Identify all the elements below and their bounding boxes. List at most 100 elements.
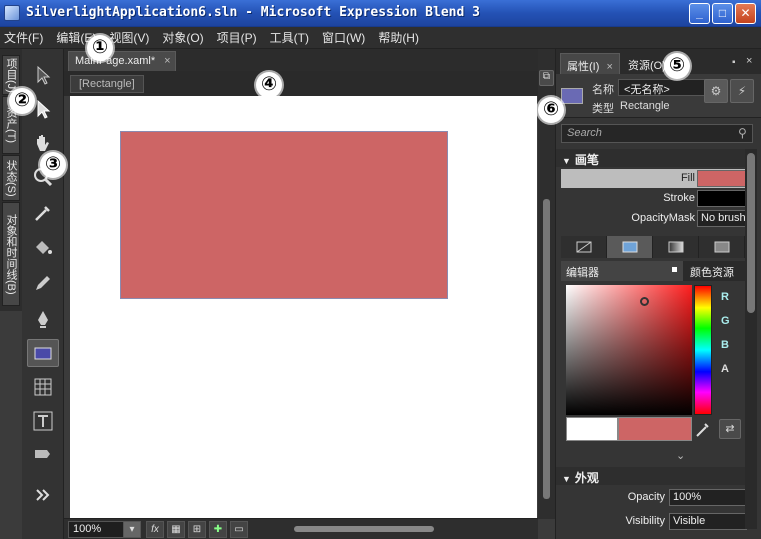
visibility-row: Visibility Visible (561, 512, 747, 531)
stroke-row[interactable]: Stroke (561, 189, 749, 208)
name-field[interactable]: <无名称> (618, 79, 706, 96)
green-label: G (721, 315, 730, 327)
tab-states[interactable]: 状态(S) (2, 155, 20, 201)
snap-snaplines-icon[interactable]: ✚ (209, 521, 227, 538)
opacitymask-value[interactable]: No brush (697, 210, 749, 227)
tab-mainpage[interactable]: MainPage.xaml* × (68, 51, 176, 71)
close-button[interactable]: ✕ (735, 3, 756, 24)
opacitymask-row[interactable]: OpacityMask No brush (561, 209, 749, 228)
menu-help[interactable]: 帮助(H) (378, 29, 419, 46)
maximize-button[interactable]: □ (712, 3, 733, 24)
pen-icon[interactable] (27, 305, 59, 333)
menu-tools[interactable]: 工具(T) (270, 29, 309, 46)
object-info: 名称 <无名称> 类型 Rectangle ⚙ ⚡ (556, 74, 761, 118)
appearance-section-label: 外观 (574, 471, 599, 485)
solid-brush-icon[interactable] (607, 236, 653, 258)
brush-editor-tabs: 编辑器 颜色资源 (561, 261, 745, 281)
grid-toggle-icon[interactable]: ▦ (167, 521, 185, 538)
tab-color-resources[interactable]: 颜色资源 (685, 261, 745, 281)
annotation-badge-5: ⑤ (664, 53, 690, 79)
selection-icon[interactable] (27, 61, 59, 89)
effects-toggle[interactable]: fx (146, 521, 164, 538)
swap-colors-icon[interactable]: ⇄ (719, 419, 741, 439)
annotations-icon[interactable]: ▭ (230, 521, 248, 538)
minimize-button[interactable]: _ (689, 3, 710, 24)
toolbox (22, 49, 64, 539)
menu-file[interactable]: 文件(F) (4, 29, 43, 46)
blue-label: B (721, 339, 729, 351)
fill-row[interactable]: Fill (561, 169, 749, 188)
asset-icon[interactable] (27, 441, 59, 469)
annotation-badge-6: ⑥ (538, 97, 564, 123)
stroke-swatch[interactable] (697, 190, 749, 207)
type-label: 类型 (592, 103, 614, 115)
properties-panel: 属性(I) × 资源(O) ▪ × 名称 <无名称> 类型 Rectangle … (555, 49, 761, 539)
opacity-row: Opacity 100% (561, 488, 747, 507)
gradient-brush-icon[interactable] (653, 236, 699, 258)
selected-rectangle[interactable] (120, 131, 448, 299)
color-picker-cursor[interactable] (640, 297, 649, 306)
menu-view[interactable]: 视图(V) (109, 29, 149, 46)
tile-brush-icon[interactable] (699, 236, 745, 258)
menu-window[interactable]: 窗口(W) (322, 29, 365, 46)
tab-label: MainPage.xaml* (75, 55, 156, 67)
fill-label: Fill (680, 172, 695, 184)
grid-icon[interactable] (27, 373, 59, 401)
properties-view-icon[interactable]: ⚙ (704, 79, 728, 103)
more-icon[interactable] (27, 481, 59, 509)
annotation-badge-2: ② (9, 88, 35, 114)
menu-bar: 文件(F) 编辑(E) 视图(V) 对象(O) 项目(P) 工具(T) 窗口(W… (0, 27, 761, 49)
expand-chevron-icon[interactable]: ⌄ (676, 449, 685, 462)
text-icon[interactable] (27, 407, 59, 435)
artboard-options-icon[interactable]: ⧉ (539, 70, 554, 86)
events-view-icon[interactable]: ⚡ (730, 79, 754, 103)
property-search-input[interactable]: Search (561, 124, 753, 143)
menu-project[interactable]: 项目(P) (217, 29, 257, 46)
panel-scroll-thumb[interactable] (747, 153, 755, 313)
vertical-scroll-thumb[interactable] (543, 199, 550, 499)
tab-close-icon[interactable]: × (164, 55, 170, 67)
zoom-dropdown-icon[interactable]: ▾ (123, 521, 141, 538)
advanced-options-icon[interactable] (672, 267, 677, 272)
blend-app-icon (4, 5, 20, 21)
panel-tab-bar: 属性(I) × 资源(O) ▪ × (556, 49, 761, 74)
panel-scrollbar[interactable] (745, 149, 757, 529)
pencil-icon[interactable] (27, 269, 59, 297)
menu-object[interactable]: 对象(O) (162, 29, 203, 46)
color-eyedropper-icon[interactable] (694, 419, 712, 439)
annotation-badge-3: ③ (40, 152, 66, 178)
visibility-label: Visibility (625, 515, 665, 527)
brush-section-label: 画笔 (574, 153, 599, 167)
annotation-badge-1: ① (87, 35, 113, 61)
snap-gridlines-icon[interactable]: ⊞ (188, 521, 206, 538)
appearance-section-header[interactable]: ▼ 外观 (556, 467, 746, 485)
visibility-select[interactable]: Visible (669, 513, 747, 530)
brush-section-header[interactable]: ▼ 画笔 (556, 149, 746, 167)
type-value: Rectangle (620, 100, 670, 112)
opacity-input[interactable]: 100% (669, 489, 747, 506)
breadcrumb[interactable]: [Rectangle] (70, 75, 144, 93)
hue-slider[interactable] (694, 285, 712, 415)
rectangle-icon[interactable] (27, 339, 59, 367)
search-icon: ⚲ (738, 126, 747, 140)
tab-properties[interactable]: 属性(I) × (560, 53, 620, 74)
tab-editor[interactable]: 编辑器 (561, 261, 683, 281)
no-brush-icon[interactable] (561, 236, 607, 258)
collapse-icon: ▼ (562, 156, 571, 166)
title-bar: SilverlightApplication6.sln - Microsoft … (0, 0, 761, 27)
app-window: SilverlightApplication6.sln - Microsoft … (0, 0, 761, 539)
artboard[interactable] (70, 96, 537, 518)
horizontal-scroll-thumb[interactable] (294, 526, 434, 532)
fill-swatch[interactable] (697, 170, 749, 187)
current-color-preview (618, 417, 692, 441)
name-label: 名称 (592, 84, 614, 96)
paint-bucket-icon[interactable] (27, 233, 59, 261)
eyedropper-icon[interactable] (27, 199, 59, 227)
panel-close-icon[interactable]: × (746, 55, 752, 67)
tab-objects-timeline[interactable]: 对象和时间线(B) (2, 202, 20, 306)
pin-icon[interactable]: ▪ (732, 57, 736, 68)
tab-properties-close-icon[interactable]: × (606, 61, 612, 73)
color-picker-area[interactable] (566, 285, 692, 415)
artboard-bottom-bar: 100% ▾ fx ▦ ⊞ ✚ ▭ (64, 518, 538, 539)
alpha-label: A (721, 363, 729, 375)
